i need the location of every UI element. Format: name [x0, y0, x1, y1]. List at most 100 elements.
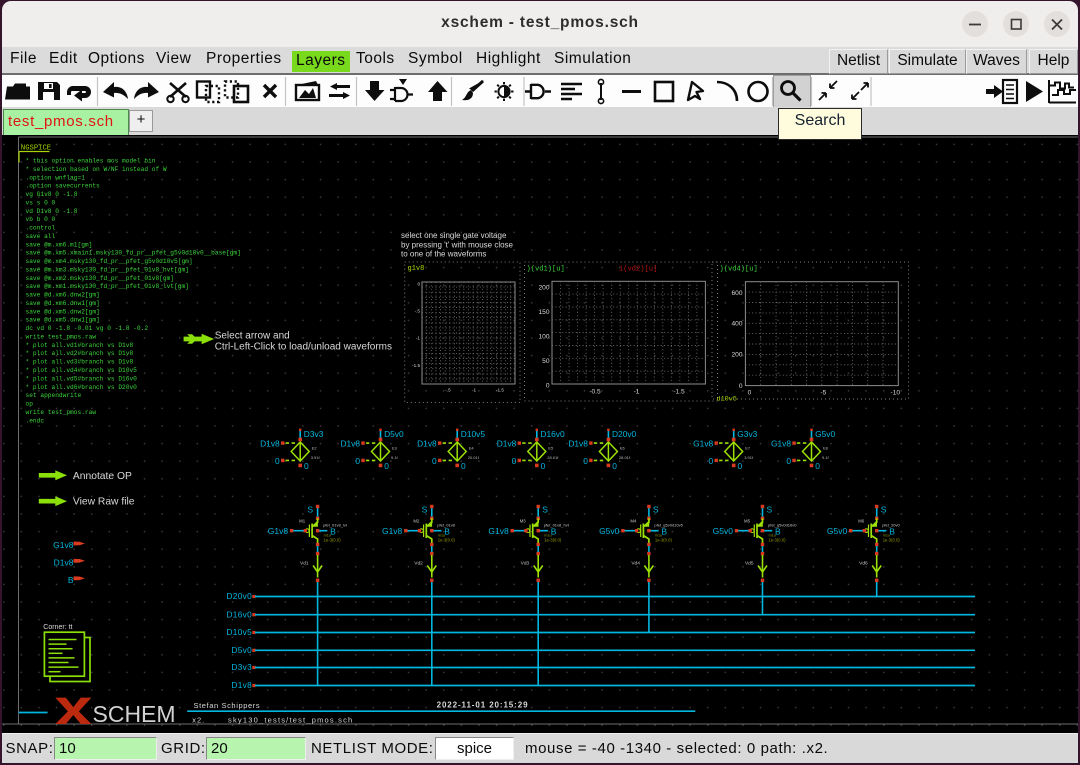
svg-text:pfet_01v8_hvt: pfet_01v8_hvt: [544, 523, 570, 528]
svg-text:E7: E7: [745, 446, 751, 451]
svg-text:S: S: [881, 504, 887, 514]
svg-text:G1v8: G1v8: [488, 526, 509, 536]
svg-text:-1.5: -1.5: [496, 388, 504, 393]
svg-text:-1: -1: [416, 336, 421, 341]
svg-text:save @d.xm5.dnw1[gm]: save @d.xm5.dnw1[gm]: [26, 317, 100, 324]
svg-text:dc vd 0 -1.8 -0.01 vg 0 -1.8 -: dc vd 0 -1.8 -0.01 vg 0 -1.8 -0.2: [26, 325, 149, 332]
svg-text:save @m.xm6.m1[gm]: save @m.xm6.m1[gm]: [26, 241, 93, 248]
svg-text:1e-3(0.0): 1e-3(0.0): [769, 538, 787, 543]
svg-text:-5: -5: [820, 390, 826, 397]
svg-text:View Raw file: View Raw file: [73, 497, 135, 508]
svg-text:write test_pmos.raw: write test_pmos.raw: [26, 409, 97, 416]
svg-text:Ctrl-Left-Click to load/unload: Ctrl-Left-Click to load/unload waveforms: [215, 342, 392, 353]
svg-text:0: 0: [432, 456, 437, 466]
svg-text:0: 0: [546, 383, 550, 390]
svg-text:B: B: [68, 575, 74, 585]
svg-text:D1v8: D1v8: [54, 558, 74, 568]
svg-text:D3v3: D3v3: [304, 429, 324, 439]
svg-text:save @m.xm1.msky130_fd_pr__pfe: save @m.xm1.msky130_fd_pr__pfet_01v8_lvt…: [26, 283, 189, 290]
svg-text:G1v8: G1v8: [771, 438, 791, 448]
svg-text:600: 600: [731, 290, 742, 297]
svg-text:0: 0: [709, 456, 714, 466]
svg-text:3.91f: 3.91f: [311, 455, 321, 460]
svg-text:save @m.xm5.xmain1.msky130_fd_: save @m.xm5.xmain1.msky130_fd_pr__pfet_g…: [26, 250, 241, 257]
svg-text:-1: -1: [472, 388, 477, 393]
svg-text:D10v5: D10v5: [227, 627, 253, 637]
svg-text:1e-3(0.0): 1e-3(0.0): [655, 538, 673, 543]
svg-text:D16v0: D16v0: [540, 429, 565, 439]
svg-text:Vd5: Vd5: [745, 561, 754, 567]
svg-text:S: S: [653, 504, 659, 514]
svg-text:op: op: [26, 401, 34, 408]
svg-text:d10v5: d10v5: [717, 396, 737, 404]
svg-text:G1v8: G1v8: [382, 526, 403, 536]
svg-text:write test_pmos.raw: write test_pmos.raw: [26, 333, 97, 340]
svg-text:0: 0: [355, 456, 360, 466]
svg-text:SCHEM: SCHEM: [93, 701, 176, 727]
svg-text:S: S: [542, 504, 548, 514]
svg-text:Vd2: Vd2: [414, 561, 423, 567]
svg-text:D1v8: D1v8: [231, 680, 252, 690]
svg-text:D3v3: D3v3: [231, 662, 252, 672]
svg-text:D5v0: D5v0: [231, 645, 252, 655]
svg-text:vd D1v8 0 -1.8: vd D1v8 0 -1.8: [26, 208, 78, 215]
svg-text:x2.: x2.: [192, 716, 205, 725]
svg-text:i(vd2)[u]: i(vd2)[u]: [619, 266, 657, 274]
svg-text:-.5: -.5: [415, 309, 421, 314]
svg-text:D1v8: D1v8: [260, 438, 280, 448]
svg-text:-1.5: -1.5: [412, 363, 420, 368]
svg-text:* plot all.vd3#branch vs D1v8: * plot all.vd3#branch vs D1v8: [26, 359, 134, 366]
svg-text:E4: E4: [469, 446, 475, 451]
svg-text:save @d.xm5.dnw2[gm]: save @d.xm5.dnw2[gm]: [26, 308, 100, 315]
svg-text:G1v8: G1v8: [693, 438, 713, 448]
svg-text:2022-11-01 20:15:29: 2022-11-01 20:15:29: [437, 701, 529, 710]
svg-text:0: 0: [583, 456, 588, 466]
svg-text:select one single gate voltage: select one single gate voltage: [401, 231, 507, 240]
svg-text:Vd4: Vd4: [631, 561, 640, 567]
svg-text:save @d.xm6.dnw1[gm]: save @d.xm6.dnw1[gm]: [26, 300, 100, 307]
svg-text:save @m.xm4.msky130_fd_pr__pfe: save @m.xm4.msky130_fd_pr__pfet_g5v0d10v…: [26, 258, 193, 265]
svg-text:B: B: [775, 526, 781, 536]
svg-text:S: S: [307, 504, 313, 514]
svg-text:sky130_tests/test_pmos.sch: sky130_tests/test_pmos.sch: [228, 716, 353, 725]
svg-text:Vd3: Vd3: [521, 561, 530, 567]
svg-text:Select arrow and: Select arrow and: [215, 331, 290, 342]
svg-text:50: 50: [542, 358, 550, 365]
svg-text:.option savecurrents: .option savecurrents: [26, 183, 101, 190]
svg-text:0: 0: [417, 282, 420, 287]
svg-text:0: 0: [786, 456, 791, 466]
svg-text:0: 0: [275, 456, 280, 466]
svg-text:D5v0: D5v0: [384, 429, 404, 439]
svg-text:D1v8: D1v8: [417, 438, 437, 448]
svg-text:28.01f: 28.01f: [547, 455, 559, 460]
svg-text:B: B: [330, 526, 336, 536]
svg-text:vg G1v8 0 -1.8: vg G1v8 0 -1.8: [26, 191, 78, 198]
svg-text:0: 0: [612, 461, 617, 471]
svg-text:9.1f: 9.1f: [391, 455, 399, 460]
svg-text:S: S: [422, 504, 428, 514]
svg-text:B: B: [551, 526, 557, 536]
svg-text:E6: E6: [620, 446, 626, 451]
svg-text:M4: M4: [630, 519, 637, 524]
svg-text:save @d.xm6.dnw2[gm]: save @d.xm6.dnw2[gm]: [26, 292, 100, 299]
svg-text:-10: -10: [891, 390, 901, 397]
svg-text:-1.5: -1.5: [673, 389, 685, 396]
svg-text:M2: M2: [413, 519, 420, 524]
svg-text:1e-3(0.0): 1e-3(0.0): [544, 538, 562, 543]
svg-text:S: S: [767, 504, 773, 514]
svg-text:)(vd1)[u]: )(vd1)[u]: [527, 266, 565, 274]
svg-text:* plot all.vd2#branch vs D1v8: * plot all.vd2#branch vs D1v8: [26, 350, 134, 357]
svg-text:B: B: [889, 526, 895, 536]
svg-text:D20v0: D20v0: [612, 429, 637, 439]
svg-text:M1: M1: [299, 519, 306, 524]
svg-text:28.01f: 28.01f: [619, 455, 631, 460]
svg-text:pfet_01v8_lvt: pfet_01v8_lvt: [323, 523, 348, 528]
svg-text:200: 200: [731, 352, 742, 359]
svg-text:by pressing 't' with mouse clo: by pressing 't' with mouse close: [401, 240, 514, 249]
svg-text:* this option enables mos mode: * this option enables mos model bin: [26, 158, 156, 165]
svg-text:3.91f: 3.91f: [744, 455, 754, 460]
svg-text:vb b 0 0: vb b 0 0: [26, 216, 56, 223]
svg-text:Corner: tt: Corner: tt: [43, 624, 72, 631]
svg-text:E5: E5: [548, 446, 554, 451]
svg-text:Stefan Schippers: Stefan Schippers: [194, 701, 261, 710]
